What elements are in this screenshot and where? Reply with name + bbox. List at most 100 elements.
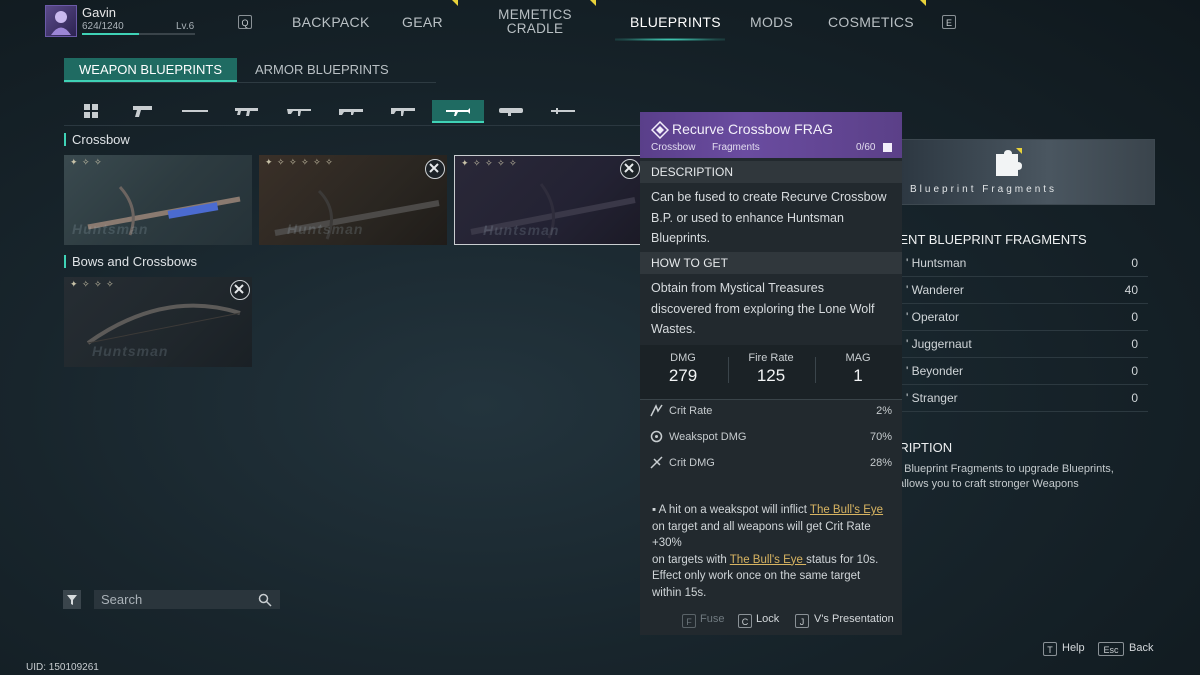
fragments-description-line: t Blueprint Fragments to upgrade Bluepri…	[898, 463, 1114, 475]
nav-memetics-line2: CRADLE	[506, 21, 564, 36]
sniper-icon	[182, 110, 208, 112]
avatar-portrait-icon	[51, 11, 71, 35]
nav-prev-key[interactable]: Q	[238, 15, 252, 29]
fragment-count: 40	[1124, 283, 1138, 297]
filter-all[interactable]	[66, 100, 116, 122]
card-brand: Huntsman	[287, 221, 364, 237]
section-title-crossbow: Crossbow	[64, 133, 130, 146]
banner-notify-icon	[1016, 148, 1022, 154]
rarity-stars: ✦ ✧ ✧	[70, 157, 103, 167]
nav-memetics-cradle[interactable]: MEMETICS CRADLE	[498, 8, 572, 36]
card-brand: Huntsman	[72, 221, 149, 237]
stat-value: 125	[756, 366, 786, 385]
description-line: B.P. or used to enhance Huntsman	[651, 210, 844, 225]
stat-value: 279	[668, 366, 698, 385]
fragment-small-icon	[883, 143, 892, 152]
fragment-row: ' Operator 0	[890, 304, 1148, 331]
rarity-stars: ✦ ✧ ✧ ✧ ✧	[461, 158, 518, 168]
search-placeholder: Search	[101, 592, 143, 607]
presentation-key: J	[795, 614, 809, 628]
nav-next-key[interactable]: E	[942, 15, 956, 29]
how-to-get-heading: HOW TO GET	[640, 252, 902, 274]
top-bar: Gavin 624/1240 Lv.6 Q BACKPACK GEAR MEME…	[0, 0, 1200, 44]
filter-sniper[interactable]	[170, 100, 220, 122]
filter-shotgun[interactable]	[378, 100, 428, 122]
shotgun-icon	[391, 108, 415, 116]
fuse-action[interactable]: Fuse	[700, 613, 724, 625]
fragment-row: ' Wanderer 40	[890, 277, 1148, 304]
launcher-icon	[499, 108, 523, 116]
filter-button[interactable]	[63, 590, 81, 609]
nav-backpack[interactable]: BACKPACK	[292, 14, 370, 30]
nav-memetics-line1: MEMETICS	[498, 7, 572, 22]
bulls-eye-link[interactable]: The Bull's Eye	[730, 554, 806, 566]
melee-icon	[551, 108, 575, 114]
memetics-notify-icon	[590, 0, 596, 6]
tab-weapon-blueprints[interactable]: WEAPON BLUEPRINTS	[64, 58, 238, 82]
nav-mods[interactable]: MODS	[750, 14, 793, 30]
substat-name: Weakspot DMG	[669, 431, 747, 443]
filter-rifle[interactable]	[274, 100, 324, 122]
fragment-name: ' Beyonder	[906, 364, 963, 378]
fragment-banner-label: Blueprint Fragments	[910, 184, 1058, 195]
card-brand: Huntsman	[92, 343, 169, 359]
effect-text: on targets with	[652, 553, 730, 566]
back-action[interactable]: Back	[1129, 642, 1153, 654]
nav-cosmetics[interactable]: COSMETICS	[828, 14, 914, 30]
crit-rate-icon	[650, 404, 663, 417]
how-to-get-line: Wastes.	[651, 322, 696, 336]
bulls-eye-link[interactable]: The Bull's Eye	[810, 504, 883, 516]
tooltip-count: 0/60	[856, 142, 876, 153]
filter-launcher[interactable]	[486, 100, 536, 122]
weapon-effect-text: ▪ A hit on a weakspot will inflict The B…	[652, 502, 898, 601]
blueprint-card[interactable]: ✦ ✧ ✧ Huntsman	[64, 155, 252, 245]
nav-gear[interactable]: GEAR	[402, 14, 443, 30]
help-key: T	[1043, 642, 1057, 656]
crossbow-icon	[446, 107, 470, 116]
substat-value: 28%	[869, 457, 892, 469]
lock-action[interactable]: Lock	[756, 613, 779, 625]
presentation-action[interactable]: V's Presentation	[814, 613, 894, 625]
locked-icon	[624, 163, 634, 173]
search-icon[interactable]	[258, 593, 272, 607]
filter-melee[interactable]	[538, 100, 588, 122]
substat-crit-dmg: Crit DMG 28%	[648, 451, 894, 477]
filter-funnel-icon	[67, 595, 77, 605]
fragment-count: 0	[1131, 256, 1138, 270]
tooltip-header: Recurve Crossbow FRAG Crossbow Fragments…	[640, 112, 902, 158]
substat-name: Crit DMG	[669, 457, 715, 469]
filter-crossbow[interactable]	[432, 100, 484, 123]
fragment-name: ' Stranger	[906, 391, 958, 405]
help-action[interactable]: Help	[1062, 642, 1085, 654]
blueprint-card[interactable]: ✦ ✧ ✧ ✧ ✧ ✧ Huntsman	[259, 155, 447, 245]
grid-icon	[84, 104, 98, 118]
stat-label: MAG	[845, 352, 871, 364]
card-brand: Huntsman	[483, 222, 560, 238]
tab-armor-blueprints[interactable]: ARMOR BLUEPRINTS	[240, 58, 404, 82]
filter-lmg[interactable]	[326, 100, 376, 122]
fragments-heading: RENT BLUEPRINT FRAGMENTS	[890, 232, 1087, 247]
blueprint-card[interactable]: ✦ ✧ ✧ ✧ Huntsman	[64, 277, 252, 367]
substat-value: 70%	[869, 431, 892, 443]
back-key: Esc	[1098, 642, 1124, 656]
effect-text: ▪ A hit on a weakspot will inflict	[652, 504, 810, 516]
avatar[interactable]	[45, 5, 77, 37]
weakspot-icon	[650, 430, 663, 443]
filter-smg[interactable]	[222, 100, 272, 122]
substat-weakspot-dmg: Weakspot DMG 70%	[648, 425, 894, 451]
nav-blueprints[interactable]: BLUEPRINTS	[630, 14, 721, 30]
fragments-description-line: allows you to craft stronger Weapons	[898, 478, 1079, 490]
filter-pistol[interactable]	[118, 100, 168, 122]
fuse-key: F	[682, 614, 696, 628]
xp-bar	[82, 33, 195, 35]
substat-value: 2%	[876, 405, 892, 417]
fragment-row: ' Beyonder 0	[890, 358, 1148, 385]
stat-value: 1	[853, 366, 863, 385]
nav-active-indicator	[615, 38, 725, 41]
fragment-name: ' Huntsman	[906, 256, 967, 270]
fragment-count: 0	[1131, 310, 1138, 324]
locked-icon	[429, 163, 439, 173]
blueprint-card-selected[interactable]: ✦ ✧ ✧ ✧ ✧ Huntsman	[454, 155, 642, 245]
description-heading: DESCRIPTION	[640, 161, 902, 183]
fragment-count: 0	[1131, 391, 1138, 405]
